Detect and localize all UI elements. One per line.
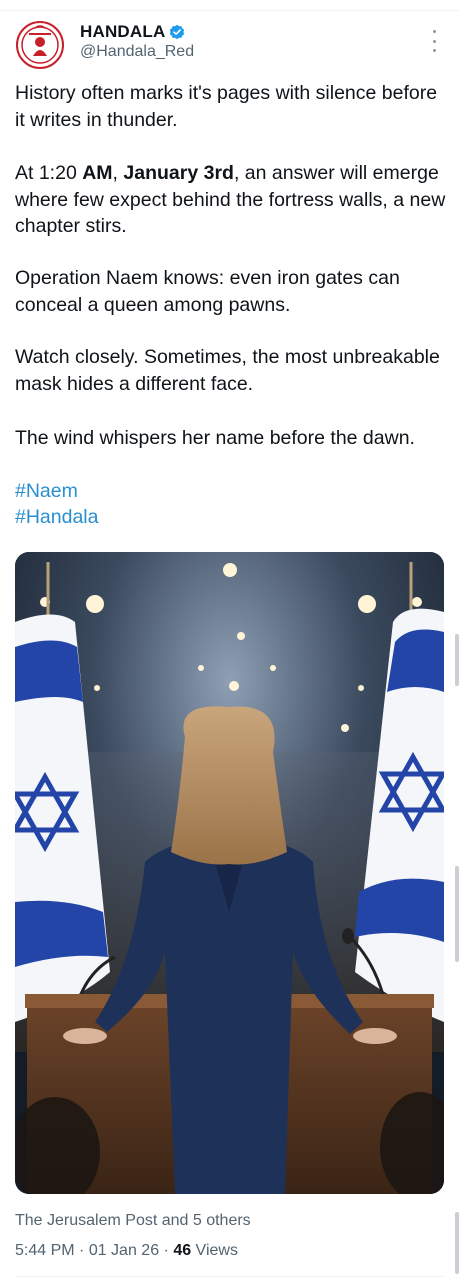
tweet-media-image[interactable] (15, 552, 444, 1194)
account-name-row[interactable]: HANDALA (80, 22, 185, 42)
verified-badge-icon (170, 24, 185, 40)
scrollbar-mark-2[interactable] (455, 866, 459, 962)
tweet-date[interactable]: 01 Jan 26 (89, 1242, 159, 1259)
hashtag-handala[interactable]: #Handala (15, 504, 98, 530)
meta-separator-2: · (159, 1242, 174, 1259)
tweet-meta: 5:44 PM · 01 Jan 26 · 46 Views (15, 1242, 238, 1260)
views-label: Views (191, 1242, 238, 1259)
account-handle[interactable]: @Handala_Red (80, 43, 194, 61)
handala-logo-icon (16, 21, 64, 69)
account-name[interactable]: HANDALA (80, 22, 165, 42)
scrollbar-mark-3[interactable] (455, 1212, 459, 1274)
views-count[interactable]: 46 (173, 1242, 191, 1259)
meta-separator: · (74, 1242, 89, 1259)
source-attribution[interactable]: The Jerusalem Post and 5 others (15, 1212, 251, 1230)
bottom-divider (15, 1276, 444, 1277)
tweet-paragraph-2: At 1:20 AM, January 3rd, an answer will … (15, 162, 446, 237)
more-options-icon[interactable] (424, 30, 444, 52)
hashtags: #Naem #Handala (15, 478, 98, 530)
top-divider (0, 10, 459, 11)
woman-at-podium-image (15, 552, 444, 1194)
hashtag-naem[interactable]: #Naem (15, 478, 98, 504)
tweet-time[interactable]: 5:44 PM (15, 1242, 75, 1259)
scrollbar-mark-1[interactable] (455, 634, 459, 686)
tweet-paragraph-1: History often marks it's pages with sile… (15, 82, 438, 131)
tweet-text: History often marks it's pages with sile… (15, 80, 451, 528)
tweet-paragraph-5: The wind whispers her name before the da… (15, 427, 415, 449)
tweet-paragraph-3: Operation Naem knows: even iron gates ca… (15, 267, 400, 316)
avatar[interactable] (15, 20, 65, 70)
tweet-paragraph-4: Watch closely. Sometimes, the most unbre… (15, 346, 440, 395)
